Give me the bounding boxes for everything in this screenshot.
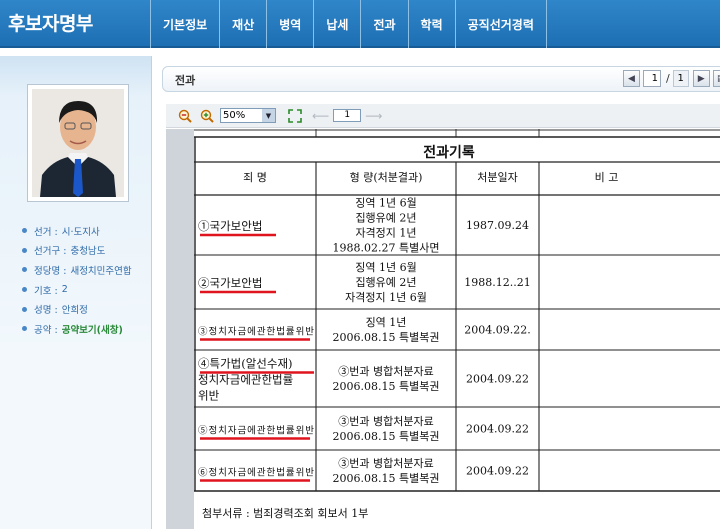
zoom-in-icon[interactable] <box>198 107 215 124</box>
disposition-date: 2004.09.22 <box>466 423 529 436</box>
info-pledges: 공약 : 공약보기(새창) <box>22 319 132 339</box>
zoom-level-select[interactable]: 50% ▼ <box>220 108 276 123</box>
main-nav: 기본정보 재산 병역 납세 전과 학력 공직선거경력 <box>150 0 547 48</box>
document-viewer[interactable]: 전과기록 죄 명형 량(처분결과) 처분일자 비 고 ①국가보안법 징역 1년 6월 집행유… <box>166 129 720 529</box>
crime-name: ③정치자금에관한법률위반 <box>198 326 314 338</box>
info-election: 선거 : 시·도지사 <box>22 221 132 241</box>
viewer-toolbar: 50% ▼ ⟵ 1 ⟶ <box>166 104 720 128</box>
prev-document-icon[interactable]: ◀ <box>623 70 640 87</box>
document-page: 전과기록 죄 명형 량(처분결과) 처분일자 비 고 ①국가보안법 징역 1년 6월 집행유… <box>194 129 720 529</box>
sentence-text: ③번과 병합처분자료 <box>338 365 433 378</box>
nav-tab-election-history[interactable]: 공직선거경력 <box>454 0 547 48</box>
next-document-icon[interactable]: ▶ <box>692 70 710 87</box>
disposition-date: 2004.09.22 <box>466 465 529 478</box>
disposition-date: 2004.09.22 <box>466 373 529 386</box>
pager-separator: / <box>666 72 670 85</box>
document-pager: ◀ 1 / 1 ▶ ▤ <box>623 70 720 87</box>
column-header: 죄 명 <box>243 171 267 184</box>
crime-name: 정치자금에관한법률 <box>198 373 293 387</box>
candidate-photo-frame <box>27 84 129 202</box>
sentence-text: 자격정지 1년 6월 <box>345 291 427 304</box>
top-header-bar: 후보자명부 기본정보 재산 병역 납세 전과 학력 공직선거경력 <box>0 0 720 48</box>
next-page-icon[interactable]: ⟶ <box>365 109 382 123</box>
crime-name: ①국가보안법 <box>198 219 262 233</box>
page-number-input[interactable]: 1 <box>333 109 362 122</box>
sentence-text: 2006.08.15 특별복권 <box>333 430 440 443</box>
disposition-date: 1988.12..21 <box>464 276 530 289</box>
bullet-icon <box>22 228 27 234</box>
view-pledges-link[interactable]: 공약보기(새창) <box>62 322 123 336</box>
nav-tab-education[interactable]: 학력 <box>407 0 455 48</box>
criminal-record-table: 전과기록죄 명형 량(처분결과) 처분일자 비 고①국가보안법징역 1년 6월집행유… <box>194 129 720 520</box>
info-party: 정당명 : 새정치민주연합 <box>22 260 132 280</box>
nav-tab-criminal-record[interactable]: 전과 <box>360 0 407 48</box>
crime-name: ④특가법(알선수재) <box>198 357 293 371</box>
total-documents: 1 <box>672 70 689 87</box>
sentence-text: 2006.08.15 특별복권 <box>333 472 440 485</box>
sentence-text: ③번과 병합처분자료 <box>338 415 433 428</box>
site-title: 후보자명부 <box>8 13 93 35</box>
bullet-icon <box>22 326 27 332</box>
crime-name: 위반 <box>198 389 220 403</box>
zoom-level-value: 50% <box>223 110 246 121</box>
print-icon[interactable]: ▤ <box>712 70 720 87</box>
bullet-icon <box>22 306 27 312</box>
disposition-date: 1987.09.24 <box>466 219 529 232</box>
sentence-text: 자격정지 1년 <box>355 227 416 240</box>
crime-name: ⑥정치자금에관한법률위반 <box>198 467 314 479</box>
attachment-note: 첨부서류 : 범죄경력조회 회보서 1부 <box>202 507 368 520</box>
prev-page-icon[interactable]: ⟵ <box>312 109 329 123</box>
disposition-date: 2004.09.22. <box>464 324 530 337</box>
info-ballot-number: 기호 : 2 <box>22 280 132 300</box>
sentence-text: 징역 1년 6월 <box>355 261 416 274</box>
bullet-icon <box>22 247 27 253</box>
content-header: 전과 ◀ 1 / 1 ▶ ▤ <box>162 66 720 92</box>
sentence-text: 집행유예 2년 <box>355 276 416 289</box>
candidate-photo <box>32 89 124 197</box>
current-document-input[interactable]: 1 <box>643 70 661 87</box>
content-title: 전과 <box>175 74 196 87</box>
info-district: 선거구 : 충청남도 <box>22 241 132 261</box>
info-name: 성명 : 안희정 <box>22 299 132 319</box>
crime-name: ⑤정치자금에관한법률위반 <box>198 425 314 437</box>
sentence-text: ③번과 병합처분자료 <box>338 457 433 470</box>
sentence-text: 2006.08.15 특별복권 <box>333 380 440 393</box>
nav-tab-assets[interactable]: 재산 <box>219 0 266 48</box>
column-header: 처분일자 <box>477 170 517 184</box>
document-heading: 전과기록 <box>423 144 475 161</box>
sentence-text: 징역 1년 6월 <box>355 197 416 210</box>
nav-tab-tax[interactable]: 납세 <box>313 0 360 48</box>
column-header: 비 고 <box>595 171 619 184</box>
candidate-info-list: 선거 : 시·도지사 선거구 : 충청남도 정당명 : 새정치민주연합 기호 :… <box>22 221 132 339</box>
content-panel: 전과 ◀ 1 / 1 ▶ ▤ 50% ▼ ⟵ 1 ⟶ 전과기록죄 명형 량( <box>152 56 720 529</box>
sentence-text: 2006.08.15 특별복권 <box>333 331 440 344</box>
chevron-down-icon: ▼ <box>262 109 275 122</box>
fit-page-icon[interactable] <box>286 107 303 124</box>
zoom-out-icon[interactable] <box>176 107 193 124</box>
bullet-icon <box>22 267 27 273</box>
candidate-sidebar: 선거 : 시·도지사 선거구 : 충청남도 정당명 : 새정치민주연합 기호 :… <box>0 56 152 529</box>
crime-name: ②국가보안법 <box>198 276 262 290</box>
sentence-text: 1988.02.27 특별사면 <box>333 242 440 255</box>
nav-tab-military[interactable]: 병역 <box>266 0 313 48</box>
column-header: 형 량(처분결과) <box>350 171 423 184</box>
nav-tab-basic-info[interactable]: 기본정보 <box>150 0 219 48</box>
sentence-text: 징역 1년 <box>366 316 407 329</box>
bullet-icon <box>22 287 27 293</box>
sentence-text: 집행유예 2년 <box>355 212 416 225</box>
